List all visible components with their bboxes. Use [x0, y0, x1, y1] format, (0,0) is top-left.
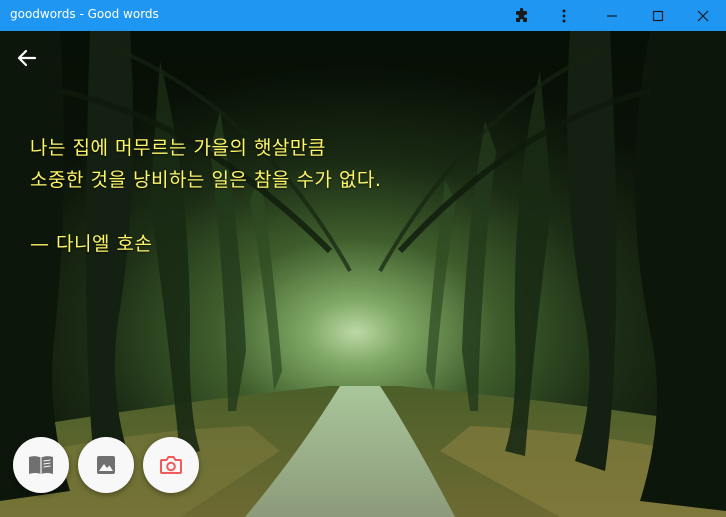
more-vertical-icon — [556, 8, 572, 24]
book-icon — [28, 454, 54, 476]
quote-line-2: 소중한 것을 낭비하는 일은 참을 수가 없다. — [30, 169, 382, 191]
image-button[interactable] — [78, 437, 134, 493]
quote-line-1: 나는 집에 머무르는 가을의 햇살만큼 — [30, 137, 326, 159]
main-content: 나는 집에 머무르는 가을의 햇살만큼 소중한 것을 낭비하는 일은 참을 수가… — [0, 31, 726, 517]
book-button[interactable] — [13, 437, 69, 493]
arrow-left-icon — [17, 48, 37, 72]
minimize-button[interactable] — [589, 0, 635, 31]
maximize-button[interactable] — [635, 0, 681, 31]
close-icon — [697, 10, 709, 22]
camera-icon — [159, 454, 183, 476]
maximize-icon — [652, 10, 664, 22]
quote-author: — 다니엘 호손 — [30, 233, 153, 255]
more-menu-button[interactable] — [541, 0, 587, 31]
close-button[interactable] — [680, 0, 726, 31]
app-window: goodwords - Good words 나는 집에 머무르는 가을의 햇살… — [0, 0, 726, 517]
minimize-icon — [606, 10, 618, 22]
camera-button[interactable] — [143, 437, 199, 493]
title-bar: goodwords - Good words — [0, 0, 726, 31]
puzzle-icon — [514, 7, 530, 24]
extensions-button[interactable] — [499, 0, 545, 31]
image-icon — [95, 454, 117, 476]
window-title: goodwords - Good words — [10, 7, 159, 21]
quote-spacer — [30, 196, 381, 228]
back-button[interactable] — [12, 45, 42, 75]
quote-block: 나는 집에 머무르는 가을의 햇살만큼 소중한 것을 낭비하는 일은 참을 수가… — [30, 132, 381, 260]
